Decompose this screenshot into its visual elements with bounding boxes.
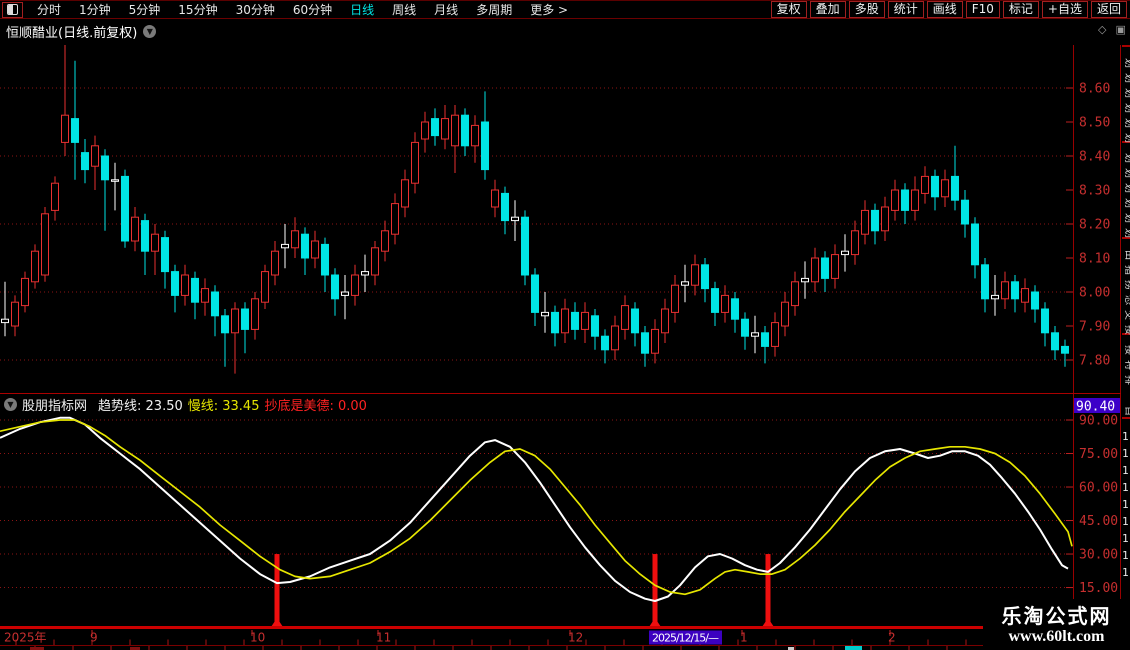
split-window-icon — [7, 4, 18, 15]
period-tab-5[interactable]: 30分钟 — [227, 1, 284, 18]
svg-text:接: 接 — [1123, 325, 1130, 335]
svg-text:10: 10 — [250, 631, 265, 645]
indicator-header: ▼ 股朋指标网 趋势线: 23.50 慢线: 33.45 抄底是美德: 0.00 — [0, 396, 367, 414]
svg-text:交: 交 — [1123, 310, 1130, 320]
svg-text:自: 自 — [1123, 406, 1130, 416]
watermark-site-name: 乐淘公式网 — [1001, 603, 1112, 628]
toolbar-button-2[interactable]: 叠加 — [809, 1, 846, 18]
svg-text:2025/12/15/—: 2025/12/15/— — [652, 632, 719, 645]
svg-text:划: 划 — [1123, 103, 1130, 113]
toolbar-button-6[interactable]: F10 — [965, 1, 1000, 18]
toolbar-button-1[interactable]: 复权 — [770, 1, 807, 18]
svg-text:田: 田 — [1123, 250, 1130, 260]
svg-text:划: 划 — [1123, 73, 1130, 83]
dip-signal-value: 抄底是美德: 0.00 — [264, 399, 367, 414]
svg-text:12: 12 — [568, 631, 583, 645]
svg-text:排: 排 — [1123, 375, 1130, 385]
svg-text:划: 划 — [1123, 213, 1130, 223]
svg-text:8.60: 8.60 — [1079, 82, 1110, 97]
svg-text:9: 9 — [90, 631, 98, 645]
period-tab-1[interactable]: 分时 — [28, 1, 70, 18]
svg-text:捞: 捞 — [1123, 280, 1130, 290]
diamond-icon[interactable]: ◇ — [1098, 23, 1106, 36]
svg-text:45.00: 45.00 — [1079, 514, 1118, 529]
svg-text:8.50: 8.50 — [1079, 116, 1110, 131]
period-tab-3[interactable]: 5分钟 — [120, 1, 170, 18]
toolbar-button-5[interactable]: 画线 — [926, 1, 963, 18]
chart-corner-icons: ◇ ▣ — [1098, 23, 1126, 36]
period-tab-2[interactable]: 1分钟 — [70, 1, 120, 18]
svg-text:1: 1 — [1122, 430, 1129, 443]
top-toolbar: 分时 1分钟 5分钟 15分钟 30分钟 60分钟 日线 周线 月线 多周期 更多 > 复权 叠加 多股… — [0, 0, 1130, 19]
period-tab-6[interactable]: 60分钟 — [284, 1, 341, 18]
svg-text:1: 1 — [1122, 515, 1129, 528]
svg-text:30.00: 30.00 — [1079, 548, 1118, 563]
svg-text:8.00: 8.00 — [1079, 286, 1110, 301]
toolbar-actions: 复权 叠加 多股 统计 画线 F10 标记 +自选 返回 — [770, 1, 1130, 18]
period-tabs: 分时 1分钟 5分钟 15分钟 30分钟 60分钟 日线 周线 月线 多周期 更多 > — [28, 1, 577, 18]
chevron-down-icon[interactable]: ▼ — [143, 24, 157, 38]
svg-text:特: 特 — [1123, 360, 1130, 370]
svg-text:90.00: 90.00 — [1079, 414, 1118, 429]
svg-text:2025年: 2025年 — [4, 631, 47, 645]
indicator-source-label: 股朋指标网 — [22, 399, 88, 414]
svg-text:75.00: 75.00 — [1079, 447, 1118, 462]
svg-text:划: 划 — [1123, 88, 1130, 98]
svg-text:8.10: 8.10 — [1079, 252, 1110, 267]
toolbar-button-4[interactable]: 统计 — [887, 1, 924, 18]
period-tab-9[interactable]: 月线 — [425, 1, 467, 18]
period-tab-4[interactable]: 15分钟 — [169, 1, 226, 18]
period-tab-7[interactable]: 日线 — [341, 1, 383, 18]
svg-text:2: 2 — [888, 631, 896, 645]
svg-text:恐: 恐 — [1123, 295, 1130, 305]
svg-text:7.90: 7.90 — [1079, 320, 1110, 335]
svg-text:60.00: 60.00 — [1079, 481, 1118, 496]
period-tab-11[interactable]: 更多 > — [521, 1, 577, 18]
svg-text:1: 1 — [1122, 566, 1129, 579]
svg-text:划: 划 — [1123, 228, 1130, 238]
watermark: 乐淘公式网 www.60lt.com — [983, 599, 1130, 650]
window-layout-icon[interactable] — [2, 1, 23, 18]
chevron-down-icon[interactable]: ▼ — [4, 398, 17, 411]
svg-text:划: 划 — [1123, 153, 1130, 163]
svg-text:1: 1 — [740, 631, 748, 645]
toolbar-button-9[interactable]: 返回 — [1090, 1, 1127, 18]
svg-text:划: 划 — [1123, 133, 1130, 143]
toolbar-button-3[interactable]: 多股 — [848, 1, 885, 18]
chart-canvas[interactable]: 8.60 8.50 8.40 8.30 8.20 8.10 8.00 7.90 7.80 90.0… — [0, 0, 1130, 650]
svg-text:指: 指 — [1123, 265, 1130, 275]
svg-text:划: 划 — [1123, 168, 1130, 178]
svg-text:90.40: 90.40 — [1076, 400, 1115, 415]
svg-text:1: 1 — [1122, 447, 1129, 460]
svg-text:划: 划 — [1123, 58, 1130, 68]
chart-title-row: 恒顺醋业(日线.前复权) ▼ — [0, 21, 157, 41]
slow-line-value: 慢线: 33.45 — [187, 399, 260, 414]
svg-text:7.80: 7.80 — [1079, 354, 1110, 369]
svg-text:1: 1 — [1122, 498, 1129, 511]
period-tab-10[interactable]: 多周期 — [467, 1, 521, 18]
toolbar-button-7[interactable]: 标记 — [1002, 1, 1039, 18]
trend-line-value: 趋势线: 23.50 — [98, 399, 183, 414]
watermark-url: www.60lt.com — [1008, 627, 1105, 645]
maximize-icon[interactable]: ▣ — [1115, 23, 1125, 36]
svg-text:8.30: 8.30 — [1079, 184, 1110, 199]
svg-text:1: 1 — [1122, 481, 1129, 494]
page-title: 恒顺醋业(日线.前复权) — [6, 25, 138, 41]
period-tab-8[interactable]: 周线 — [383, 1, 425, 18]
svg-text:划: 划 — [1123, 118, 1130, 128]
svg-text:1: 1 — [1122, 549, 1129, 562]
svg-text:11: 11 — [376, 631, 391, 645]
svg-text:划: 划 — [1123, 183, 1130, 193]
toolbar-button-8[interactable]: +自选 — [1041, 1, 1088, 18]
svg-text:接: 接 — [1123, 345, 1130, 355]
svg-text:1: 1 — [1122, 464, 1129, 477]
svg-text:15.00: 15.00 — [1079, 581, 1118, 596]
svg-text:8.20: 8.20 — [1079, 218, 1110, 233]
svg-text:划: 划 — [1123, 198, 1130, 208]
svg-text:1: 1 — [1122, 532, 1129, 545]
svg-text:8.40: 8.40 — [1079, 150, 1110, 165]
